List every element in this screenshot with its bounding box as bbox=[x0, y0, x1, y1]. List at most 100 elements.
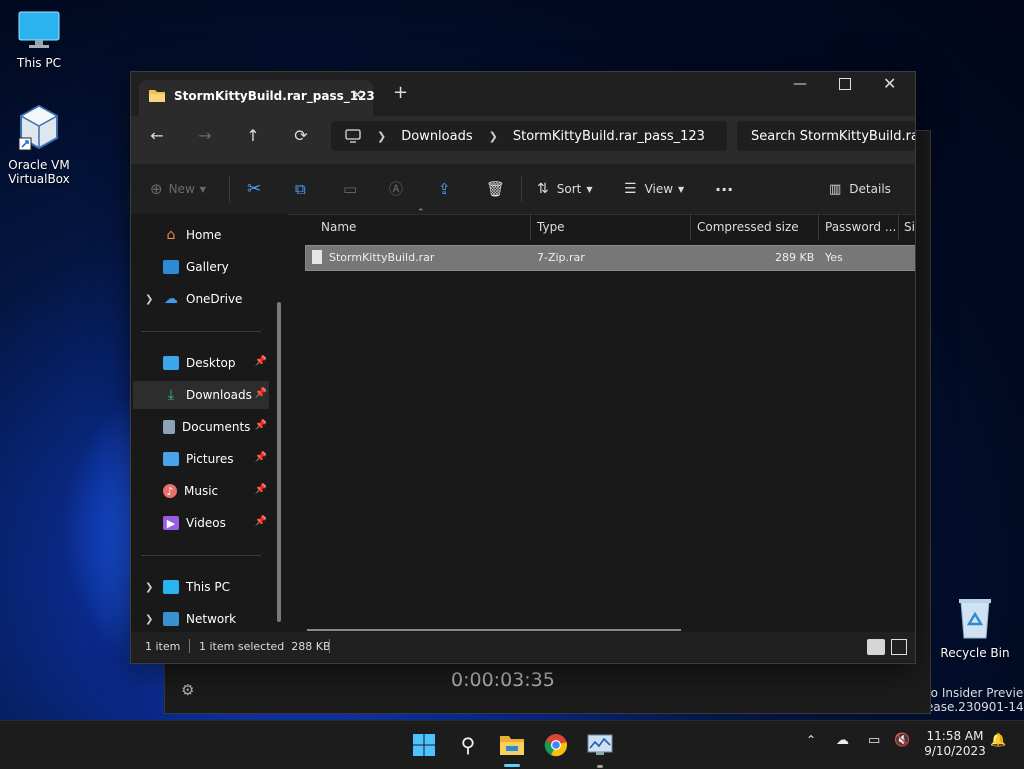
sidebar-item-label: Home bbox=[186, 228, 222, 242]
new-button[interactable]: ⊕ New ▼ bbox=[150, 164, 206, 214]
column-header-size[interactable]: Si bbox=[904, 214, 915, 240]
title-bar: StormKittyBuild.rar_pass_123 ✕ + — ✕ bbox=[131, 72, 915, 116]
paste-icon[interactable]: ▭ bbox=[343, 164, 357, 214]
sidebar-item-documents[interactable]: Documents 📌 bbox=[133, 413, 269, 441]
delete-icon[interactable]: 🗑 bbox=[486, 164, 505, 214]
recycle-bin-icon bbox=[959, 599, 991, 639]
sidebar-item-music[interactable]: ♪ Music 📌 bbox=[133, 477, 269, 505]
sidebar-item-onedrive[interactable]: ❯ ☁ OneDrive bbox=[133, 285, 269, 313]
breadcrumb-chevron-icon: ❯ bbox=[488, 129, 498, 143]
breadcrumb-item[interactable]: Downloads bbox=[401, 129, 472, 144]
notification-bell-icon[interactable]: 🔔 bbox=[990, 733, 1006, 748]
pictures-icon bbox=[163, 452, 179, 466]
column-header-name[interactable]: Name bbox=[321, 214, 356, 240]
horizontal-scrollbar[interactable] bbox=[307, 629, 681, 631]
search-input[interactable]: Search StormKittyBuild.rar_ bbox=[737, 121, 915, 151]
minimize-button[interactable]: — bbox=[793, 76, 807, 92]
tab-active[interactable]: StormKittyBuild.rar_pass_123 ✕ bbox=[139, 80, 375, 116]
sidebar-item-pictures[interactable]: Pictures 📌 bbox=[133, 445, 269, 473]
search-icon[interactable]: ⚲ bbox=[452, 729, 484, 761]
chevron-up-icon[interactable]: ⌃ bbox=[806, 733, 816, 747]
sidebar-item-videos[interactable]: ▶ Videos 📌 bbox=[133, 509, 269, 537]
close-button[interactable]: ✕ bbox=[883, 74, 896, 93]
divider bbox=[530, 214, 531, 240]
view-button[interactable]: ☰ View ▼ bbox=[624, 164, 684, 214]
sidebar-item-downloads[interactable]: ⤓ Downloads 📌 bbox=[133, 381, 269, 409]
desktop-icon-virtualbox[interactable]: Oracle VM VirtualBox bbox=[0, 104, 78, 186]
pin-icon[interactable]: 📌 bbox=[255, 356, 267, 367]
sidebar-item-label: Pictures bbox=[186, 452, 234, 466]
settings-gear-icon[interactable]: ⚙ bbox=[181, 681, 194, 699]
network-icon bbox=[163, 612, 179, 626]
watermark-line: ro Insider Preview bbox=[926, 686, 1024, 700]
file-explorer-taskbar-icon[interactable] bbox=[496, 729, 528, 767]
chrome-icon[interactable] bbox=[540, 729, 572, 761]
sort-icon: ⇅ bbox=[537, 181, 549, 197]
chevron-right-icon[interactable]: ❯ bbox=[145, 582, 153, 593]
rename-icon[interactable]: Ⓐ bbox=[389, 164, 403, 214]
folder-icon bbox=[149, 90, 165, 102]
cloud-offline-icon[interactable]: ☁ bbox=[836, 733, 849, 748]
pin-icon[interactable]: 📌 bbox=[255, 484, 267, 495]
pin-icon[interactable]: 📌 bbox=[255, 388, 267, 399]
display-icon[interactable]: ▭ bbox=[868, 733, 880, 748]
desktop-icon-recycle-bin[interactable]: Recycle Bin bbox=[936, 596, 1014, 660]
refresh-icon[interactable]: ⟳ bbox=[286, 120, 316, 150]
large-icons-view-icon[interactable] bbox=[891, 639, 907, 655]
download-icon: ⤓ bbox=[167, 387, 175, 403]
new-label: New bbox=[168, 182, 195, 196]
column-header-compressed-size[interactable]: Compressed size bbox=[697, 214, 799, 240]
chrome-logo-icon bbox=[544, 734, 567, 757]
up-arrow-icon[interactable]: ↑ bbox=[238, 120, 268, 150]
maximize-button[interactable] bbox=[839, 78, 851, 90]
sort-button[interactable]: ⇅ Sort ▼ bbox=[537, 164, 593, 214]
sidebar-item-network[interactable]: ❯ Network bbox=[133, 605, 269, 633]
tab-close-icon[interactable]: ✕ bbox=[351, 86, 364, 104]
pin-icon[interactable]: 📌 bbox=[255, 420, 267, 431]
pin-icon[interactable]: 📌 bbox=[255, 452, 267, 463]
chevron-down-icon: ▼ bbox=[199, 184, 206, 194]
sidebar-item-label: Music bbox=[184, 484, 219, 498]
chevron-down-icon: ▼ bbox=[586, 184, 593, 194]
chevron-down-icon: ▼ bbox=[678, 184, 685, 194]
cut-icon[interactable]: ✂ bbox=[247, 164, 261, 214]
new-tab-button[interactable]: + bbox=[393, 82, 408, 103]
taskbar: ⚲ ⌃ ☁ ▭ 🔇 11:58 AM 9/10/2023 🔔 bbox=[0, 720, 1024, 769]
sidebar-item-gallery[interactable]: Gallery bbox=[133, 253, 269, 281]
sort-ascending-icon: ⌃ bbox=[417, 208, 425, 218]
more-options-button[interactable]: ··· bbox=[715, 164, 733, 214]
gallery-icon bbox=[163, 260, 179, 274]
pin-icon[interactable]: 📌 bbox=[255, 516, 267, 527]
chevron-right-icon[interactable]: ❯ bbox=[145, 294, 153, 305]
clock-date: 9/10/2023 bbox=[924, 744, 986, 758]
active-indicator bbox=[504, 764, 520, 767]
elapsed-timer: 0:00:03:35 bbox=[451, 669, 555, 691]
chevron-right-icon[interactable]: ❯ bbox=[145, 614, 153, 625]
desktop-icon-this-pc[interactable]: This PC bbox=[0, 10, 78, 70]
breadcrumb-item[interactable]: StormKittyBuild.rar_pass_123 bbox=[513, 129, 705, 144]
column-header-type[interactable]: Type bbox=[537, 214, 565, 240]
copy-icon[interactable]: ⧉ bbox=[295, 164, 306, 214]
table-row[interactable]: StormKittyBuild.rar 7-Zip.rar 289 KB Yes bbox=[305, 245, 915, 271]
item-count: 1 item bbox=[145, 640, 181, 653]
clock[interactable]: 11:58 AM 9/10/2023 bbox=[924, 729, 986, 759]
os-watermark: ro Insider Preview ease.230901-1416 bbox=[926, 686, 1024, 714]
monitor-app-icon[interactable] bbox=[584, 729, 616, 768]
volume-muted-icon[interactable]: 🔇 bbox=[894, 733, 910, 748]
details-view-icon[interactable] bbox=[867, 639, 885, 655]
address-bar[interactable]: ❯ Downloads ❯ StormKittyBuild.rar_pass_1… bbox=[331, 121, 727, 151]
sidebar-item-desktop[interactable]: Desktop 📌 bbox=[133, 349, 269, 377]
start-windows-icon[interactable] bbox=[408, 729, 440, 761]
column-header-password[interactable]: Password ... bbox=[825, 214, 896, 240]
sidebar-item-label: OneDrive bbox=[186, 292, 243, 306]
details-button[interactable]: ▥ Details bbox=[829, 164, 891, 214]
back-arrow-icon[interactable]: ← bbox=[142, 120, 172, 150]
forward-arrow-icon[interactable]: → bbox=[190, 120, 220, 150]
sidebar-scrollbar[interactable] bbox=[277, 302, 281, 622]
share-icon[interactable]: ⇪ bbox=[438, 164, 451, 214]
file-explorer-window[interactable]: StormKittyBuild.rar_pass_123 ✕ + — ✕ ← →… bbox=[130, 71, 916, 664]
sidebar-item-this-pc[interactable]: ❯ This PC bbox=[133, 573, 269, 601]
sidebar-item-home[interactable]: ⌂ Home bbox=[133, 221, 269, 249]
desktop-icon-label: This PC bbox=[17, 56, 61, 70]
file-list: ⌃ Name Type Compressed size Password ...… bbox=[291, 208, 915, 632]
